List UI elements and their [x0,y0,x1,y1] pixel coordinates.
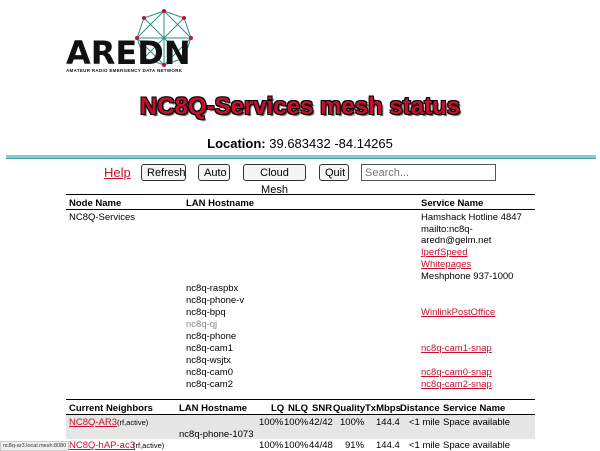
location-line: Location: 39.683432 -84.14265 [0,136,600,151]
service-link-winlink[interactable]: WinlinkPostOffice [421,307,495,318]
refresh-button[interactable]: Refresh [141,164,186,181]
neighbor-txmbps: 144.4 [376,417,400,428]
logo-wordmark: AREDN [66,34,191,72]
neighbor-distance: <1 mile [409,440,440,451]
location-value: 39.683432 -84.14265 [269,136,393,151]
page-title: NC8Q-Services mesh status [139,93,461,120]
node-name: NC8Q-Services [69,212,135,223]
header-snr: SNR [312,403,333,414]
service-item: mailto:nc8q- [421,224,473,235]
aredn-logo: AREDN AMATEUR RADIO EMERGENCY DATA NETWO… [64,8,194,76]
service-item: aredn@gelm.net [421,235,492,246]
neighbor-nlq: 100% [284,417,309,428]
neighbor-txmbps: 144.4 [376,440,400,451]
neighbor-lq: 100% [259,417,284,428]
neighbor-link[interactable]: NC8Q-hAP-ac3 [69,440,135,451]
header-lan-hostname: LAN Hostname [179,403,248,414]
help-link[interactable]: Help [104,165,131,180]
header-distance: Distance [400,403,440,414]
header-nlq: NLQ [288,403,309,414]
neighbor-distance: <1 mile [409,417,440,428]
lan-host: nc8q-qj [186,319,218,330]
lan-host: nc8q-bpq [186,307,226,318]
header-node-name: Node Name [69,198,122,209]
neighbor-snr: 42/42 [309,417,333,428]
lan-host: nc8q-phone [186,331,237,342]
service-link-cam2[interactable]: nc8q-cam2-snap [421,379,492,390]
neighbor-tag: (rf,active) [117,418,149,427]
lan-host: nc8q-wsjtx [186,355,231,366]
header-lan-hostname: LAN Hostname [186,198,255,209]
neighbor-lq: 100% [259,440,284,451]
header-lq: LQ [271,403,285,414]
header-quality: Quality [333,403,366,414]
neighbor-quality: 91% [345,440,365,451]
location-label: Location: [207,136,266,151]
lan-host: nc8q-phone-v [186,295,245,306]
neighbor-link[interactable]: NC8Q-AR3 [69,417,117,428]
neighbor-service: Space available [443,440,511,451]
divider [6,155,596,159]
lan-host: nc8q-cam2 [186,379,233,390]
lan-host: nc8q-cam0 [186,367,233,378]
lan-host: nc8q-cam1 [186,343,233,354]
quit-button[interactable]: Quit [319,164,349,181]
header-service-name: Service Name [443,403,506,414]
table-header-rule [66,209,535,210]
table-top-rule [66,194,535,195]
neighbor-tag: (rf,active) [133,441,165,450]
header-service-name: Service Name [421,198,484,209]
service-link-cam0[interactable]: nc8q-cam0-snap [421,367,492,378]
logo-tagline: AMATEUR RADIO EMERGENCY DATA NETWORK [66,68,183,73]
neighbor-lan-host: nc8q-phone-1073 [179,429,254,440]
neighbor-service: Space available [443,417,511,428]
neighbor-snr: 44/48 [309,440,333,451]
cloud-mesh-button[interactable]: Cloud Mesh [243,164,306,196]
neighbor-nlq: 100% [284,440,309,451]
lan-host: nc8q-raspbx [186,283,239,294]
auto-button[interactable]: Auto [198,164,230,181]
service-item: Meshphone 937-1000 [421,271,514,282]
service-link-whitepages[interactable]: Whitepages [421,259,471,270]
header-txmbps: TxMbps [365,403,401,414]
toolbar: Help Refresh Auto Cloud Mesh Quit [0,164,600,196]
service-link-cam1[interactable]: nc8q-cam1-snap [421,343,492,354]
neighbors-top-rule [66,399,535,400]
search-input[interactable] [361,164,496,181]
service-item: Hamshack Hotline 4847 [421,212,522,223]
service-link-iperfspeed[interactable]: IperfSpeed [421,247,467,258]
neighbor-quality: 100% [340,417,365,428]
header-current-neighbors: Current Neighbors [69,403,153,414]
